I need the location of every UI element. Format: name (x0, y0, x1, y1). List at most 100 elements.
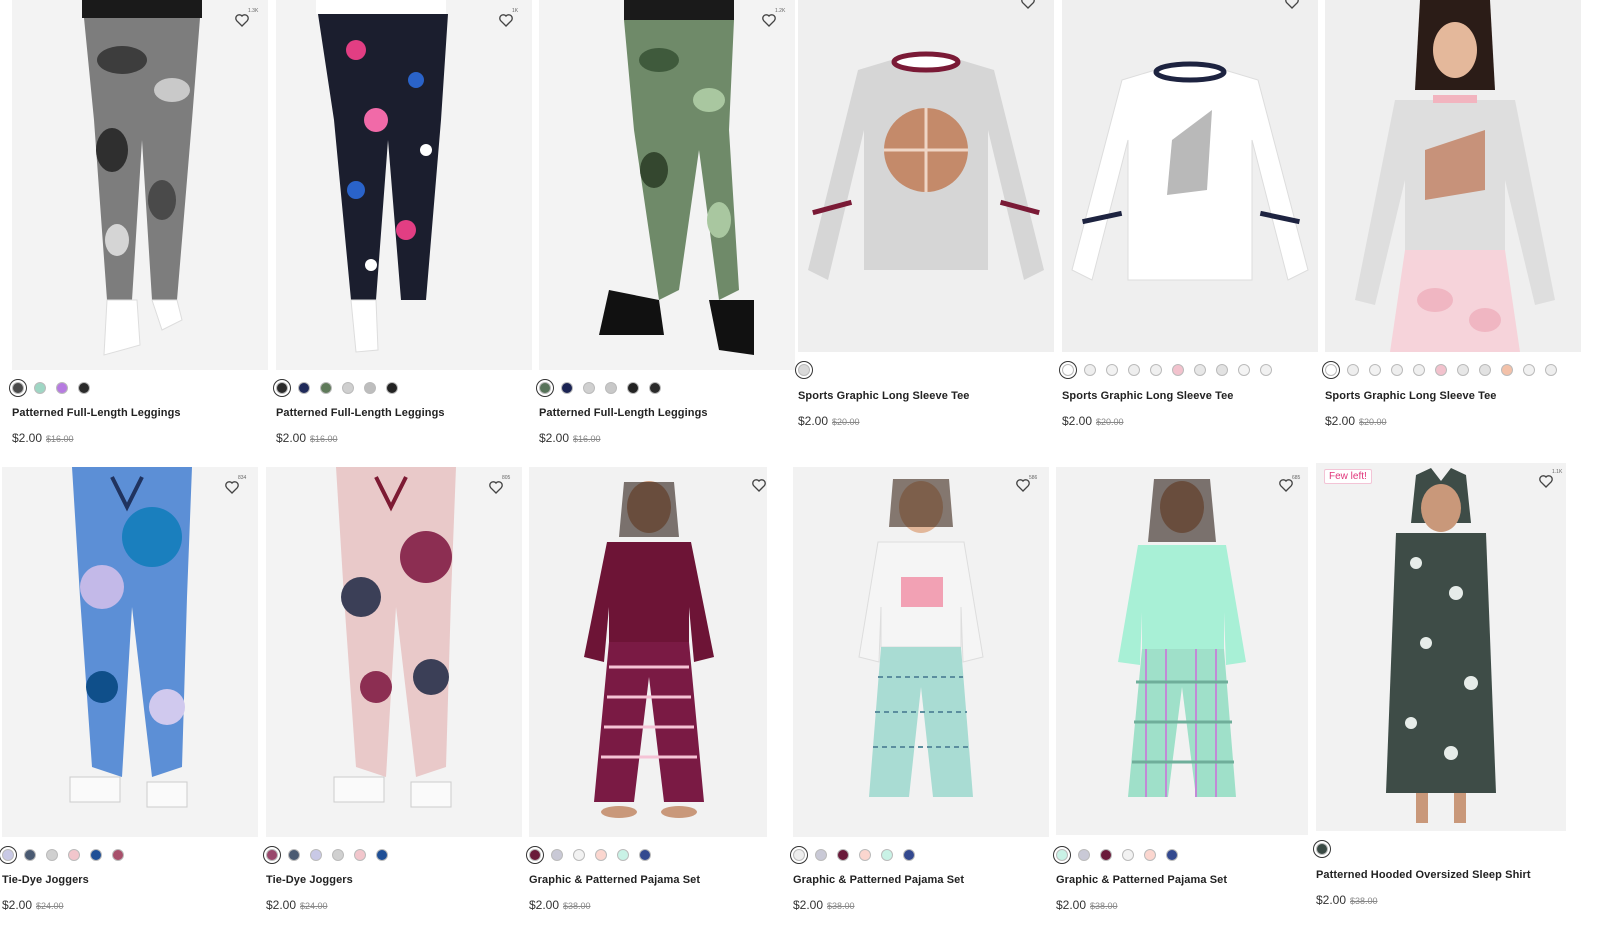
color-swatch[interactable] (1056, 849, 1068, 861)
product-card[interactable]: 685 Graphic & Patterned Pajama Set $2.00… (1056, 467, 1312, 927)
color-swatch[interactable] (1347, 364, 1359, 376)
color-swatch[interactable] (1325, 364, 1337, 376)
color-swatch[interactable] (1523, 364, 1535, 376)
product-card[interactable]: 1K Patterned Full-Length Leggings $2.00 $… (276, 0, 532, 460)
wishlist-heart-icon[interactable] (224, 479, 240, 495)
color-swatch[interactable] (1128, 364, 1140, 376)
color-swatch[interactable] (12, 382, 24, 394)
product-card[interactable]: Sports Graphic Long Sleeve Tee $2.00 $20.… (1325, 0, 1581, 460)
color-swatch[interactable] (332, 849, 344, 861)
color-swatch[interactable] (56, 382, 68, 394)
color-swatch[interactable] (1106, 364, 1118, 376)
product-name[interactable]: Tie-Dye Joggers (266, 874, 353, 886)
color-swatch[interactable] (1435, 364, 1447, 376)
color-swatch[interactable] (78, 382, 90, 394)
product-card[interactable]: 1.3K Patterned Full-Length Leggings $2.0… (12, 0, 268, 460)
color-swatch[interactable] (1260, 364, 1272, 376)
product-card[interactable]: 805 Tie-Dye Joggers $2.00 $24.00 (266, 467, 522, 927)
product-name[interactable]: Graphic & Patterned Pajama Set (1056, 874, 1227, 886)
wishlist-heart-icon[interactable] (1284, 0, 1300, 10)
product-image[interactable]: 1.3K (12, 0, 268, 370)
color-swatch[interactable] (649, 382, 661, 394)
color-swatch[interactable] (903, 849, 915, 861)
product-card[interactable]: Sports Graphic Long Sleeve Tee $2.00 $20.… (798, 0, 1054, 460)
color-swatch[interactable] (266, 849, 278, 861)
color-swatch[interactable] (859, 849, 871, 861)
color-swatch[interactable] (605, 382, 617, 394)
color-swatch[interactable] (320, 382, 332, 394)
color-swatch[interactable] (798, 364, 810, 376)
product-name[interactable]: Graphic & Patterned Pajama Set (529, 874, 700, 886)
color-swatch[interactable] (376, 849, 388, 861)
color-swatch[interactable] (354, 849, 366, 861)
product-image[interactable]: 1K (276, 0, 532, 370)
product-name[interactable]: Sports Graphic Long Sleeve Tee (1325, 390, 1497, 402)
color-swatch[interactable] (276, 382, 288, 394)
color-swatch[interactable] (90, 849, 102, 861)
color-swatch[interactable] (1316, 843, 1328, 855)
color-swatch[interactable] (573, 849, 585, 861)
color-swatch[interactable] (551, 849, 563, 861)
product-image[interactable] (1062, 0, 1318, 352)
wishlist-heart-icon[interactable] (751, 477, 767, 493)
color-swatch[interactable] (288, 849, 300, 861)
product-name[interactable]: Sports Graphic Long Sleeve Tee (798, 390, 970, 402)
product-name[interactable]: Patterned Full-Length Leggings (12, 407, 181, 419)
color-swatch[interactable] (881, 849, 893, 861)
wishlist-heart-icon[interactable] (488, 479, 504, 495)
color-swatch[interactable] (1166, 849, 1178, 861)
product-name[interactable]: Graphic & Patterned Pajama Set (793, 874, 964, 886)
color-swatch[interactable] (46, 849, 58, 861)
color-swatch[interactable] (1062, 364, 1074, 376)
product-card[interactable]: Few left! 1.1K Patterned Hooded Oversize… (1316, 463, 1572, 923)
color-swatch[interactable] (617, 849, 629, 861)
color-swatch[interactable] (1216, 364, 1228, 376)
color-swatch[interactable] (1144, 849, 1156, 861)
product-image[interactable]: 1.2K (539, 0, 795, 370)
product-card[interactable]: 834 Tie-Dye Joggers $2.00 $24.00 (2, 467, 258, 927)
color-swatch[interactable] (815, 849, 827, 861)
color-swatch[interactable] (561, 382, 573, 394)
color-swatch[interactable] (24, 849, 36, 861)
product-card[interactable]: 1.2K Patterned Full-Length Leggings $2.0… (539, 0, 795, 460)
wishlist-heart-icon[interactable] (234, 12, 250, 28)
color-swatch[interactable] (342, 382, 354, 394)
product-card[interactable]: Graphic & Patterned Pajama Set $2.00 $38.… (529, 467, 785, 927)
color-swatch[interactable] (1100, 849, 1112, 861)
color-swatch[interactable] (1391, 364, 1403, 376)
color-swatch[interactable] (2, 849, 14, 861)
product-image[interactable]: 834 (2, 467, 258, 837)
product-name[interactable]: Sports Graphic Long Sleeve Tee (1062, 390, 1234, 402)
color-swatch[interactable] (627, 382, 639, 394)
product-name[interactable]: Patterned Full-Length Leggings (276, 407, 445, 419)
color-swatch[interactable] (34, 382, 46, 394)
color-swatch[interactable] (639, 849, 651, 861)
product-name[interactable]: Tie-Dye Joggers (2, 874, 89, 886)
color-swatch[interactable] (1084, 364, 1096, 376)
color-swatch[interactable] (1194, 364, 1206, 376)
color-swatch[interactable] (529, 849, 541, 861)
product-image[interactable]: 586 (793, 467, 1049, 837)
color-swatch[interactable] (1457, 364, 1469, 376)
product-name[interactable]: Patterned Full-Length Leggings (539, 407, 708, 419)
product-image[interactable]: Few left! 1.1K (1316, 463, 1566, 831)
color-swatch[interactable] (1122, 849, 1134, 861)
wishlist-heart-icon[interactable] (498, 12, 514, 28)
color-swatch[interactable] (364, 382, 376, 394)
product-image[interactable] (529, 467, 767, 837)
product-image[interactable] (798, 0, 1054, 352)
color-swatch[interactable] (112, 849, 124, 861)
color-swatch[interactable] (595, 849, 607, 861)
color-swatch[interactable] (1078, 849, 1090, 861)
wishlist-heart-icon[interactable] (1538, 473, 1554, 489)
color-swatch[interactable] (1369, 364, 1381, 376)
wishlist-heart-icon[interactable] (761, 12, 777, 28)
color-swatch[interactable] (837, 849, 849, 861)
product-card[interactable]: 586 Graphic & Patterned Pajama Set $2.00… (793, 467, 1049, 927)
wishlist-heart-icon[interactable] (1020, 0, 1036, 10)
color-swatch[interactable] (1150, 364, 1162, 376)
color-swatch[interactable] (310, 849, 322, 861)
color-swatch[interactable] (1545, 364, 1557, 376)
color-swatch[interactable] (1172, 364, 1184, 376)
color-swatch[interactable] (1501, 364, 1513, 376)
